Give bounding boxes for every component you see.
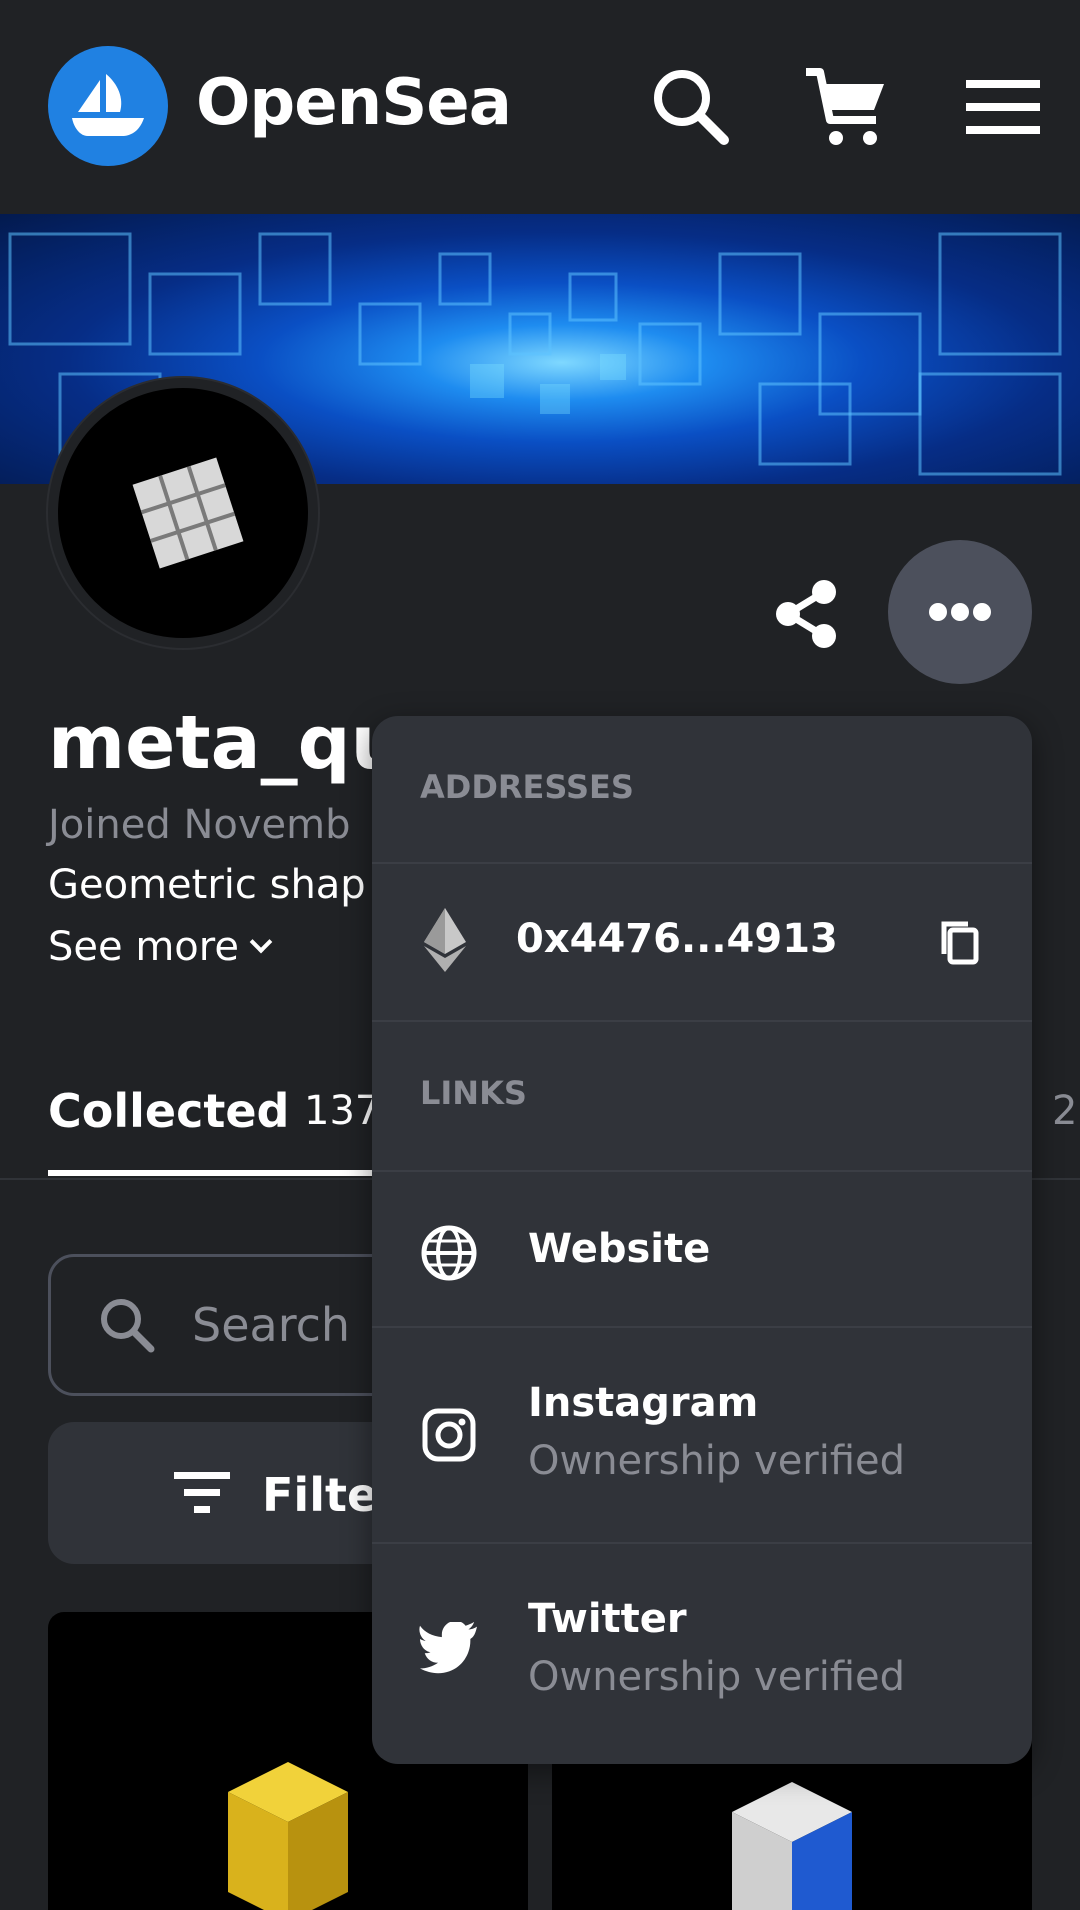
more-icon	[929, 603, 991, 621]
instagram-verified-text: Ownership verified	[528, 1438, 906, 1484]
menu-icon[interactable]	[958, 62, 1048, 152]
addresses-header: ADDRESSES	[420, 768, 634, 806]
see-more-link[interactable]: See more	[48, 924, 273, 970]
instagram-icon	[422, 1408, 476, 1462]
address-row[interactable]: 0x4476...4913	[372, 864, 1032, 1020]
joined-date: Joined Novemb	[48, 802, 351, 848]
more-options-button[interactable]	[888, 540, 1032, 684]
link-instagram-label: Instagram	[528, 1380, 759, 1426]
share-icon[interactable]	[766, 574, 846, 654]
profile-bio: Geometric shap	[48, 862, 366, 908]
cart-icon[interactable]	[800, 62, 890, 152]
search-icon	[101, 1299, 155, 1353]
link-instagram[interactable]: Instagram Ownership verified	[372, 1328, 1032, 1542]
links-header: LINKS	[420, 1074, 527, 1112]
opensea-boat-icon[interactable]	[48, 46, 168, 166]
link-website-label: Website	[528, 1226, 711, 1272]
tab-collected[interactable]: Collected	[48, 1084, 289, 1138]
cube-avatar-icon	[132, 457, 244, 569]
globe-icon	[421, 1225, 477, 1281]
link-twitter-label: Twitter	[528, 1596, 687, 1642]
link-website[interactable]: Website	[372, 1172, 1032, 1326]
divider	[372, 1020, 1032, 1022]
brand-name[interactable]: OpenSea	[196, 66, 512, 140]
twitter-verified-text: Ownership verified	[528, 1654, 906, 1700]
filter-icon	[174, 1472, 230, 1513]
chevron-down-icon	[249, 930, 273, 954]
profile-username: meta_qu	[48, 700, 404, 786]
profile-options-dropdown: ADDRESSES 0x4476...4913 LINKS Website In…	[372, 716, 1032, 1764]
copy-icon[interactable]	[936, 918, 984, 966]
twitter-icon	[419, 1622, 478, 1674]
see-more-label: See more	[48, 924, 239, 970]
tab-other-count[interactable]: 2	[1052, 1088, 1077, 1134]
profile-avatar	[48, 378, 318, 648]
link-twitter[interactable]: Twitter Ownership verified	[372, 1544, 1032, 1758]
search-placeholder: Search	[192, 1298, 351, 1352]
search-icon[interactable]	[646, 62, 736, 152]
tab-collected-count: 137	[304, 1088, 381, 1134]
active-tab-indicator	[48, 1170, 378, 1176]
ethereum-icon	[424, 908, 466, 972]
app-header: OpenSea	[0, 0, 1080, 214]
wallet-address: 0x4476...4913	[516, 916, 838, 962]
